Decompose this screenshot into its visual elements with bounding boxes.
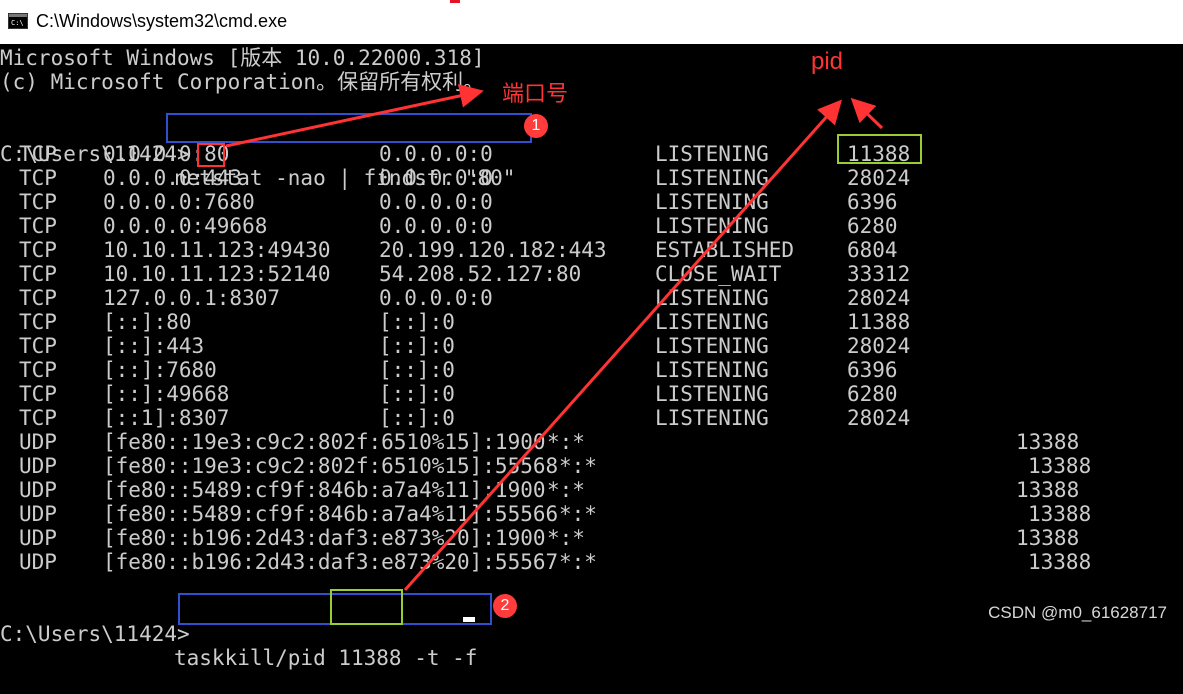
annotation-arrows	[225, 84, 884, 591]
command-taskkill: taskkill/pid 11388 -t -f	[174, 646, 478, 670]
step-badge-2: 2	[493, 594, 517, 618]
step-badge-1: 1	[524, 114, 548, 138]
port-label: 端口号	[502, 81, 569, 106]
arrow-to-port-label	[225, 84, 484, 148]
arrow-taskkill-to-pid	[403, 99, 842, 591]
arrow-to-pid-label	[850, 97, 884, 130]
watermark: CSDN @m0_61628717	[988, 603, 1167, 622]
pid-label: pid	[811, 48, 844, 75]
